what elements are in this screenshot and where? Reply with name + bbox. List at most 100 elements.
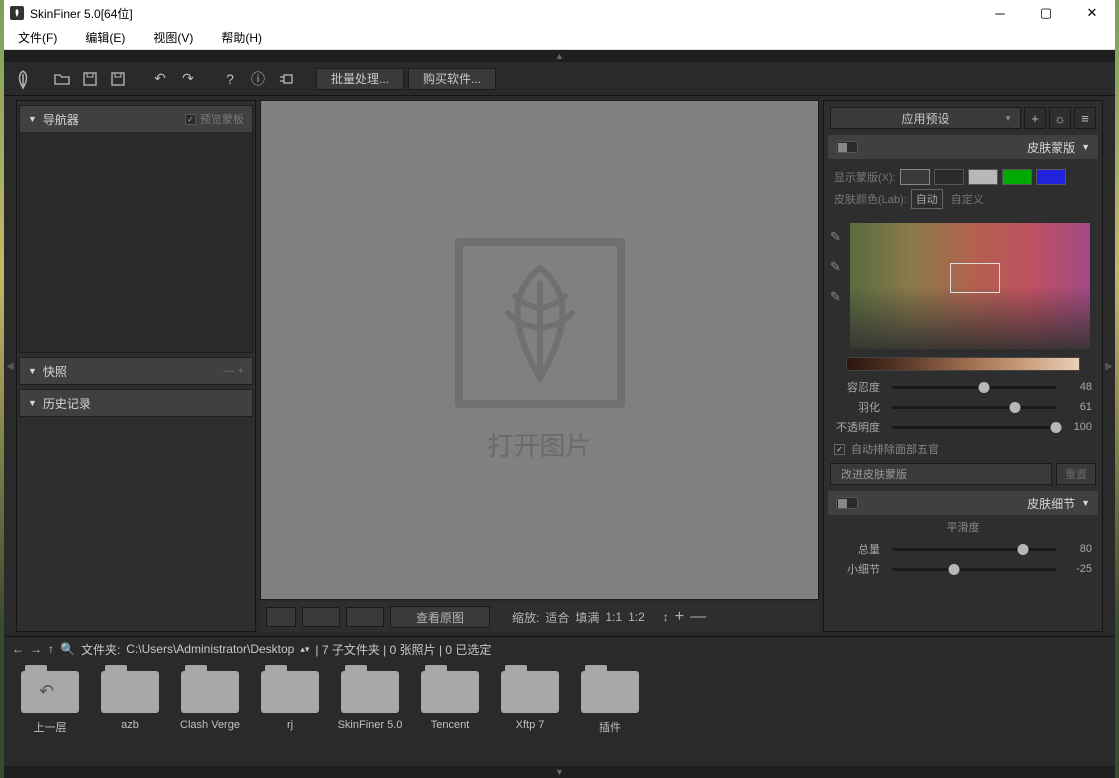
plugin-icon[interactable] xyxy=(274,67,298,91)
placeholder-leaf-icon xyxy=(455,238,625,408)
folder-item[interactable]: 上一层 xyxy=(14,667,86,760)
info-icon[interactable]: ⓘ xyxy=(246,67,270,91)
small-slider[interactable] xyxy=(892,568,1056,571)
browser-up-icon[interactable]: ↑ xyxy=(48,642,54,656)
snapshot-label: 快照 xyxy=(43,363,67,380)
folder-item[interactable]: Xftp 7 xyxy=(494,667,566,760)
navigator-label: 导航器 xyxy=(43,111,79,128)
preview-mask-checkbox[interactable]: ✓ xyxy=(185,114,196,125)
help-icon[interactable]: ? xyxy=(218,67,242,91)
mask-swatch-blue[interactable] xyxy=(1036,169,1066,185)
menu-help[interactable]: 帮助(H) xyxy=(207,26,276,50)
improve-mask-button[interactable]: 改进皮肤蒙版 xyxy=(830,463,1052,485)
zoom-updown-icon[interactable]: ↕ xyxy=(663,610,669,624)
zoom-fill[interactable]: 填满 xyxy=(575,609,599,626)
mask-swatch-dark[interactable] xyxy=(934,169,964,185)
zoom-12[interactable]: 1:2 xyxy=(628,610,645,624)
view-split-h-icon[interactable] xyxy=(346,607,384,627)
save-icon[interactable] xyxy=(78,67,102,91)
zoom-11[interactable]: 1:1 xyxy=(605,610,622,624)
redo-icon[interactable]: ↷ xyxy=(176,67,200,91)
view-original-button[interactable]: 查看原图 xyxy=(390,606,490,628)
mask-swatch-gray[interactable] xyxy=(968,169,998,185)
snapshot-header[interactable]: ▼快照 — + xyxy=(20,358,252,384)
feather-value: 61 xyxy=(1062,401,1092,413)
skin-tone-gradient[interactable] xyxy=(846,357,1080,371)
skin-color-auto[interactable]: 自动 xyxy=(911,189,943,209)
mask-swatch-green[interactable] xyxy=(1002,169,1032,185)
folder-item[interactable]: 插件 xyxy=(574,667,646,760)
snapshot-plus-icon[interactable]: + xyxy=(238,365,244,377)
left-grip[interactable]: ◀ xyxy=(4,96,16,636)
opacity-value: 100 xyxy=(1062,421,1092,433)
folder-item[interactable]: Tencent xyxy=(414,667,486,760)
folder-item[interactable]: rj xyxy=(254,667,326,760)
small-value: -25 xyxy=(1062,563,1092,575)
batch-button[interactable]: 批量处理... xyxy=(316,68,404,90)
bottom-collapse-handle[interactable]: ▼ xyxy=(4,766,1115,778)
preset-gear-icon[interactable]: ☼ xyxy=(1049,107,1071,129)
browser-back-icon[interactable]: ← xyxy=(12,642,24,656)
title-bar: SkinFiner 5.0[64位] ─ ▢ ✕ xyxy=(4,0,1115,26)
preview-mask-label: 预览蒙板 xyxy=(200,111,244,127)
view-single-icon[interactable] xyxy=(266,607,296,627)
skin-color-custom[interactable]: 自定义 xyxy=(947,190,988,208)
skin-mask-header[interactable]: 皮肤蒙版 ▼ xyxy=(828,135,1098,159)
snapshot-minus-icon[interactable]: — xyxy=(223,365,234,377)
logo-leaf-icon xyxy=(12,68,34,90)
eyedropper-icon[interactable]: ✎ xyxy=(830,229,848,245)
eyedropper-plus-icon[interactable]: ✎ xyxy=(830,259,848,275)
top-collapse-handle[interactable]: ▲ xyxy=(4,50,1115,62)
right-grip[interactable]: ▶ xyxy=(1103,96,1115,636)
menu-edit[interactable]: 编辑(E) xyxy=(71,26,139,50)
lab-color-picker[interactable] xyxy=(850,223,1090,349)
history-header[interactable]: ▼历史记录 xyxy=(20,390,252,416)
opacity-slider[interactable] xyxy=(892,426,1056,429)
menu-view[interactable]: 视图(V) xyxy=(139,26,207,50)
menu-file[interactable]: 文件(F) xyxy=(4,26,71,50)
folder-item[interactable]: azb xyxy=(94,667,166,760)
open-folder-icon[interactable] xyxy=(50,67,74,91)
zoom-out-icon[interactable]: — xyxy=(690,608,706,626)
canvas-area: 打开图片 查看原图 缩放: 适合 填满 1:1 1:2 ↕ + — xyxy=(256,96,823,636)
mask-swatch-none[interactable] xyxy=(900,169,930,185)
folder-label: rj xyxy=(254,719,326,731)
tolerance-slider[interactable] xyxy=(892,386,1056,389)
folder-up-icon xyxy=(21,671,79,713)
minimize-button[interactable]: ─ xyxy=(977,0,1023,26)
browser-fwd-icon[interactable]: → xyxy=(30,642,42,656)
browser-search-icon[interactable]: 🔍 xyxy=(60,642,75,656)
close-button[interactable]: ✕ xyxy=(1069,0,1115,26)
feather-slider[interactable] xyxy=(892,406,1056,409)
smoothness-label: 平滑度 xyxy=(826,515,1100,539)
auto-exclude-label: 自动排除面部五官 xyxy=(851,441,939,457)
total-value: 80 xyxy=(1062,543,1092,555)
toolbar: ↶ ↷ ? ⓘ 批量处理... 购买软件... xyxy=(4,62,1115,96)
skin-detail-header[interactable]: 皮肤细节 ▼ xyxy=(828,491,1098,515)
canvas-bottom-bar: 查看原图 缩放: 适合 填满 1:1 1:2 ↕ + — xyxy=(260,602,819,632)
skin-mask-toggle[interactable] xyxy=(836,141,858,153)
apply-preset-dropdown[interactable]: 应用预设 xyxy=(830,107,1021,129)
zoom-in-icon[interactable]: + xyxy=(675,608,684,626)
folder-item[interactable]: SkinFiner 5.0 xyxy=(334,667,406,760)
total-slider[interactable] xyxy=(892,548,1056,551)
auto-exclude-checkbox[interactable]: ✓ xyxy=(834,444,845,455)
undo-icon[interactable]: ↶ xyxy=(148,67,172,91)
navigator-header[interactable]: ▼导航器 ✓ 预览蒙板 xyxy=(20,106,252,132)
eyedropper-minus-icon[interactable]: ✎ xyxy=(830,289,848,305)
preset-menu-icon[interactable]: ≡ xyxy=(1074,107,1096,129)
maximize-button[interactable]: ▢ xyxy=(1023,0,1069,26)
reset-mask-button[interactable]: 重置 xyxy=(1056,463,1096,485)
folder-item[interactable]: Clash Verge xyxy=(174,667,246,760)
browser-path-label: 文件夹: xyxy=(81,641,120,658)
view-split-v-icon[interactable] xyxy=(302,607,340,627)
buy-button[interactable]: 购买软件... xyxy=(408,68,496,90)
zoom-fit[interactable]: 适合 xyxy=(545,609,569,626)
skin-detail-toggle[interactable] xyxy=(836,497,858,509)
color-selection-rect[interactable] xyxy=(950,263,1000,293)
browser-path[interactable]: C:\Users\Administrator\Desktop xyxy=(126,642,294,656)
canvas[interactable]: 打开图片 xyxy=(260,100,819,600)
history-label: 历史记录 xyxy=(43,395,91,412)
preset-add-icon[interactable]: + xyxy=(1024,107,1046,129)
save-as-icon[interactable] xyxy=(106,67,130,91)
